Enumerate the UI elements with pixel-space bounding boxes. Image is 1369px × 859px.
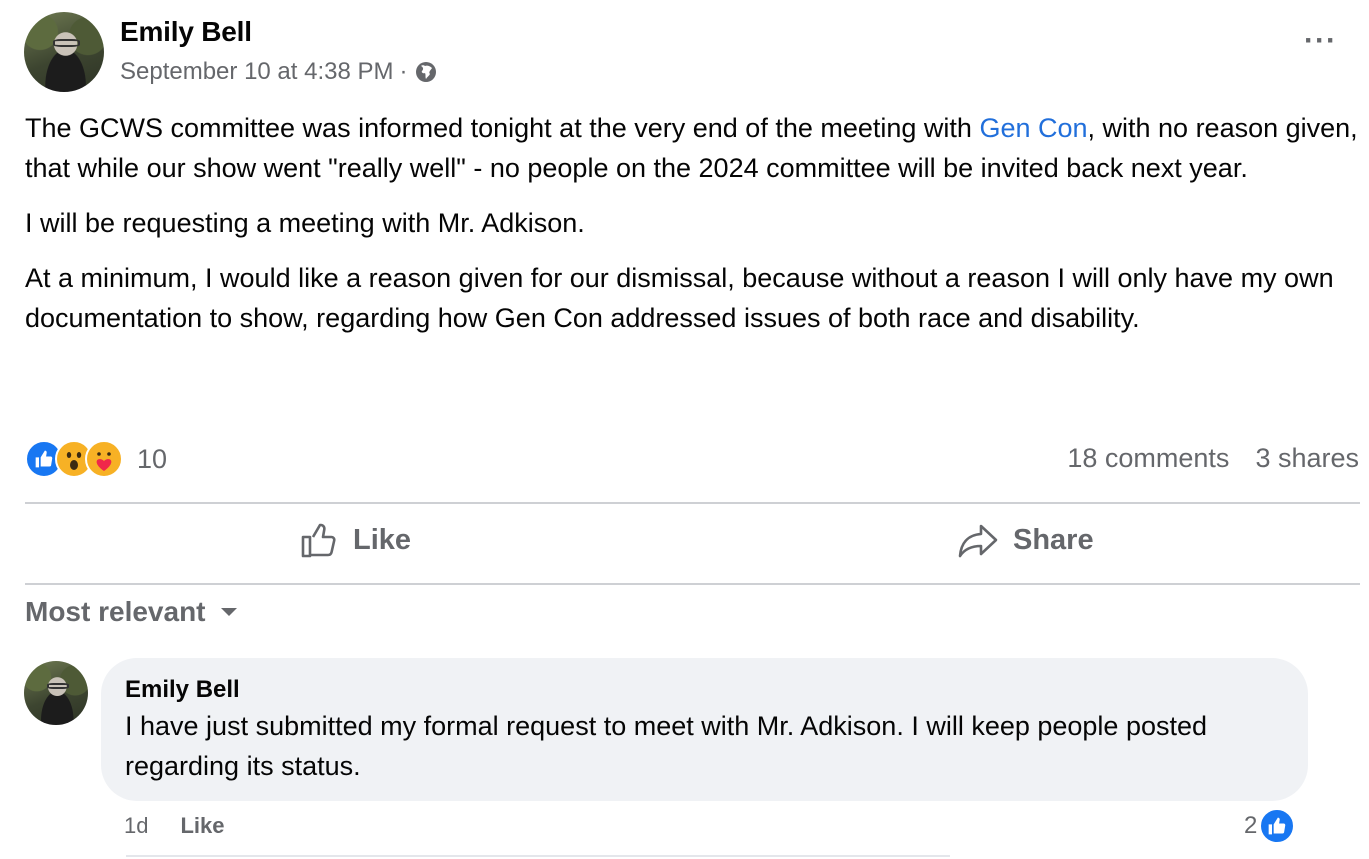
- like-icon: [1259, 808, 1296, 844]
- sort-label: Most relevant: [25, 596, 206, 627]
- care-icon: [85, 440, 123, 478]
- post-author-name[interactable]: Emily Bell: [120, 16, 252, 48]
- author-avatar[interactable]: [24, 12, 104, 92]
- post-paragraph-3: At a minimum, I would like a reason give…: [25, 263, 1334, 333]
- post-body: The GCWS committee was informed tonight …: [25, 108, 1360, 353]
- post-paragraph-1: The GCWS committee was informed tonight …: [25, 108, 1360, 188]
- comments-count-link[interactable]: 18 comments: [1067, 443, 1229, 474]
- comment-separator: [126, 855, 950, 857]
- avatar-glasses: [47, 682, 69, 690]
- post-paragraph-2: I will be requesting a meeting with Mr. …: [25, 208, 585, 238]
- more-options-button[interactable]: ···: [1304, 24, 1337, 58]
- comment-meta: 1d Like: [124, 813, 225, 839]
- caret-down-icon: [220, 608, 237, 616]
- comment-author-name[interactable]: Emily Bell: [125, 676, 1284, 704]
- share-button[interactable]: Share: [957, 520, 1094, 560]
- meta-separator: ·: [399, 58, 408, 85]
- comments-sort-dropdown[interactable]: Most relevant: [25, 596, 238, 628]
- comment-reaction-summary[interactable]: 2: [1244, 808, 1296, 844]
- comment-bubble: Emily Bell I have just submitted my form…: [101, 658, 1308, 801]
- reaction-count: 10: [137, 443, 168, 474]
- thumbs-up-icon: [301, 523, 336, 558]
- engagement-counts: 18 comments 3 shares: [1067, 443, 1359, 474]
- gen-con-link[interactable]: Gen Con: [979, 113, 1087, 143]
- comment-age[interactable]: 1d: [124, 813, 148, 839]
- globe-icon: [415, 62, 436, 82]
- commenter-avatar[interactable]: [24, 661, 88, 725]
- post-meta: September 10 at 4:38 PM ·: [120, 58, 438, 86]
- post-timestamp[interactable]: September 10 at 4:38 PM: [120, 58, 394, 86]
- comment-like-button[interactable]: Like: [180, 813, 224, 839]
- reaction-summary[interactable]: 10: [25, 440, 167, 478]
- like-button-label: Like: [353, 523, 412, 556]
- share-button-label: Share: [1013, 523, 1094, 556]
- comment-text: I have just submitted my formal request …: [125, 711, 1208, 781]
- shares-count-link[interactable]: 3 shares: [1255, 443, 1359, 474]
- like-button[interactable]: Like: [299, 520, 411, 560]
- comment-reaction-count: 2: [1244, 812, 1258, 839]
- post-text-segment: The GCWS committee was informed tonight …: [25, 113, 980, 143]
- avatar-glasses: [52, 39, 80, 48]
- share-arrow-icon: [958, 524, 998, 558]
- divider-bottom: [25, 583, 1360, 585]
- divider-top: [25, 502, 1360, 504]
